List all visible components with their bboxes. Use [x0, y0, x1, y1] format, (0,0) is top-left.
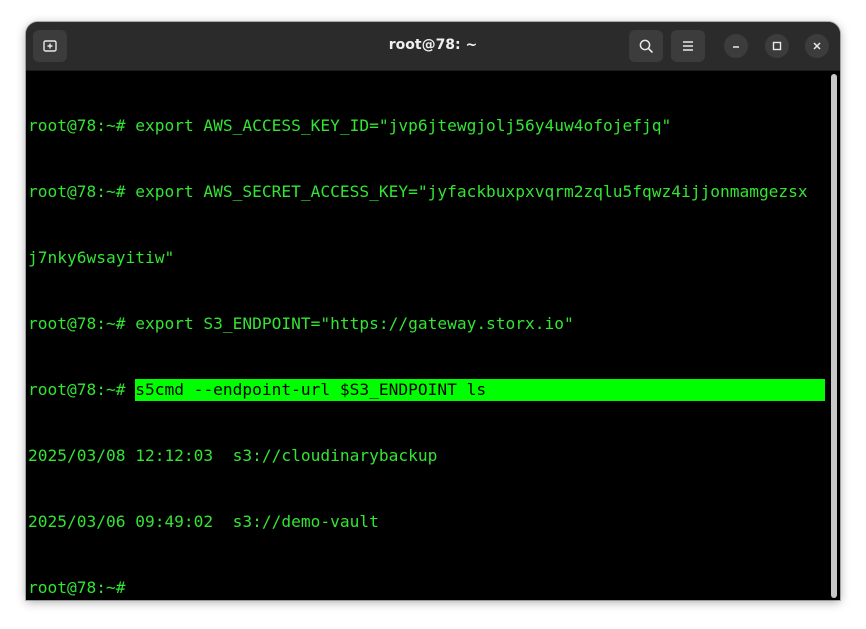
command-text: export AWS_SECRET_ACCESS_KEY="jyfackbuxp… [125, 182, 808, 201]
search-icon [639, 39, 653, 53]
terminal-line: root@78:~# export AWS_SECRET_ACCESS_KEY=… [28, 181, 830, 203]
output-text: 2025/03/06 09:49:02 s3://demo-vault [28, 512, 379, 531]
terminal-line: 2025/03/06 09:49:02 s3://demo-vault [28, 511, 830, 533]
search-button[interactable] [629, 30, 663, 62]
terminal-window: root@78: ~ root@78:~# export AWS_ACCESS_… [26, 22, 840, 600]
close-icon [813, 42, 821, 50]
menu-button[interactable] [671, 30, 705, 62]
close-button[interactable] [805, 34, 829, 58]
terminal-output[interactable]: root@78:~# export AWS_ACCESS_KEY_ID="jvp… [26, 71, 840, 600]
minimize-icon [733, 46, 739, 48]
terminal-line: 2025/03/08 12:12:03 s3://cloudinarybacku… [28, 445, 830, 467]
output-text: 2025/03/08 12:12:03 s3://cloudinarybacku… [28, 446, 438, 465]
command-text: j7nky6wsayitiw" [28, 248, 175, 267]
prompt: root@78:~# [28, 380, 126, 399]
minimize-button[interactable] [724, 34, 748, 58]
terminal-line: root@78:~# s5cmd --endpoint-url $S3_ENDP… [28, 379, 830, 401]
terminal-line: root@78:~# [28, 577, 830, 599]
title-bar[interactable]: root@78: ~ [26, 22, 840, 71]
scrollbar[interactable] [831, 74, 837, 598]
terminal-lines: root@78:~# export AWS_ACCESS_KEY_ID="jvp… [28, 71, 830, 600]
terminal-line: j7nky6wsayitiw" [28, 247, 830, 269]
terminal-line: root@78:~# export S3_ENDPOINT="https://g… [28, 313, 830, 335]
window-title: root@78: ~ [388, 37, 478, 53]
hamburger-menu-icon [683, 41, 693, 51]
maximize-icon [772, 41, 782, 51]
prompt: root@78:~# [28, 314, 126, 333]
maximize-button[interactable] [765, 34, 789, 58]
command-text: export S3_ENDPOINT="https://gateway.stor… [125, 314, 574, 333]
command-text: export AWS_ACCESS_KEY_ID="jvp6jtewgjolj5… [125, 116, 672, 135]
prompt: root@78:~# [28, 182, 126, 201]
highlighted-command: s5cmd --endpoint-url $S3_ENDPOINT ls [135, 379, 826, 401]
prompt: root@78:~# [28, 116, 126, 135]
terminal-line: root@78:~# export AWS_ACCESS_KEY_ID="jvp… [28, 115, 830, 137]
prompt: root@78:~# [28, 578, 126, 597]
